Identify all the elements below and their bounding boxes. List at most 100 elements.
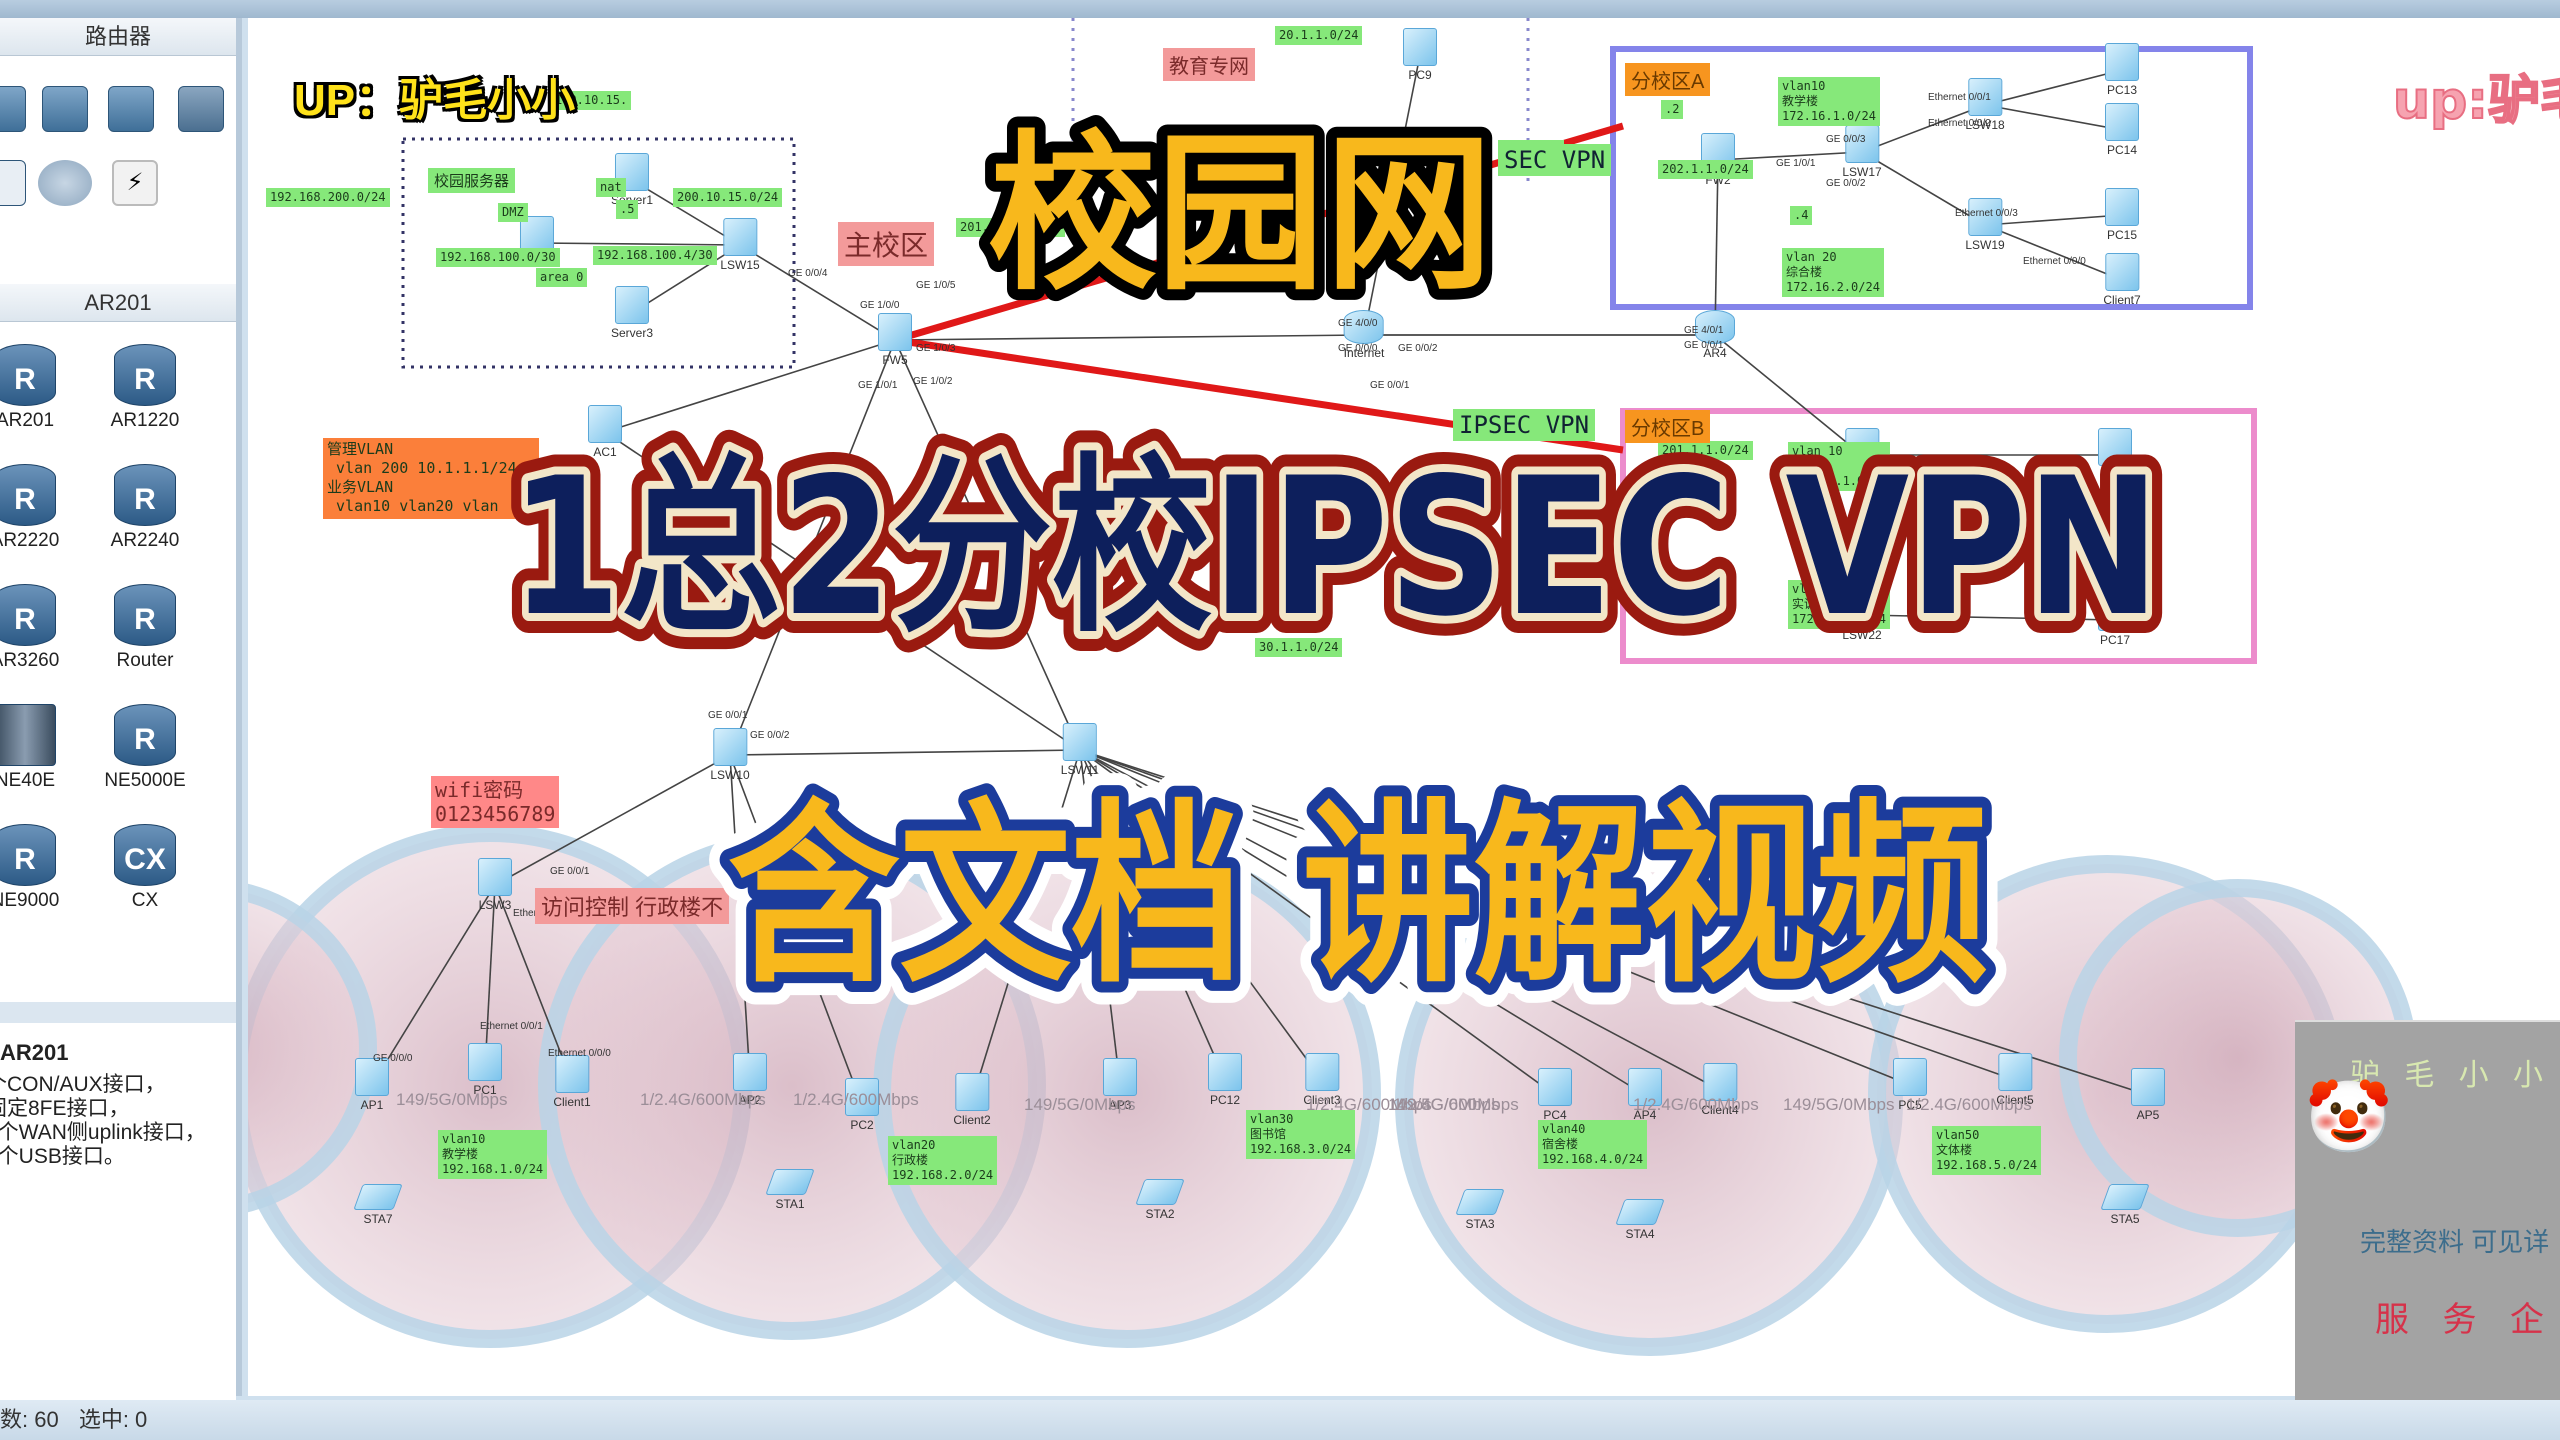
node-sta3[interactable]: STA3	[1455, 1189, 1505, 1231]
link-ar4-lsw21[interactable]	[1714, 334, 1863, 456]
node-label: PC13	[2106, 83, 2138, 97]
pc-type-icon[interactable]	[0, 160, 26, 206]
port-label: GE 0/0/3	[1826, 134, 1866, 145]
firewall-type-icon[interactable]	[178, 86, 224, 132]
laptop-icon	[1615, 1199, 1665, 1225]
port-label: GE 0/0/2	[1826, 178, 1866, 189]
device-type-toolbar: ⚡	[0, 56, 236, 284]
node-label: Server3	[610, 326, 654, 340]
node-pc16[interactable]: PC16	[2098, 428, 2132, 482]
access-control-note: 访问控制 行政楼不	[535, 888, 730, 924]
node-sta4[interactable]: STA4	[1615, 1199, 1665, 1241]
node-pc13[interactable]: PC13	[2105, 43, 2139, 97]
router-icon: R	[0, 344, 56, 406]
port-label: GE 0/0/0	[1338, 343, 1378, 354]
node-client7[interactable]: Client7	[2103, 253, 2141, 307]
link-fw5-ac1[interactable]	[604, 339, 896, 433]
node-ac1[interactable]: AC1	[588, 405, 622, 459]
device-ne5000e[interactable]: R NE5000E	[90, 704, 200, 792]
router-icon: CX	[114, 824, 176, 886]
router-type-icon[interactable]	[0, 86, 26, 132]
vlan-note-line: 业务VLAN	[327, 478, 394, 496]
promo-line-service: 服 务 企 鹅	[2375, 1301, 2560, 1339]
node-sta1[interactable]: STA1	[765, 1169, 815, 1211]
wifi-note-line: wifi密码	[435, 778, 524, 802]
device-ar2220[interactable]: R AR2220	[0, 464, 80, 552]
node-ap5[interactable]: AP5	[2131, 1068, 2165, 1122]
network-label: area 0	[536, 268, 588, 287]
pc-icon	[1403, 28, 1437, 66]
link-server2-lsw15[interactable]	[536, 242, 741, 246]
router-icon: R	[0, 584, 56, 646]
pc-icon	[2098, 593, 2132, 631]
node-label: PC17	[2099, 633, 2131, 647]
node-lsw19[interactable]: LSW19	[1965, 198, 2005, 252]
connection-type-icon[interactable]: ⚡	[112, 160, 158, 206]
wireless-rate-label: 1/2.4G/600Mbps	[1906, 1095, 2032, 1114]
section-header: AR201	[0, 284, 236, 322]
device-label: AR201	[0, 410, 55, 431]
node-client2[interactable]: Client2	[953, 1073, 991, 1127]
server-group-label: 校园服务器	[428, 168, 516, 193]
device-ar201[interactable]: R AR201	[0, 344, 80, 432]
link-lsw18-pc13[interactable]	[1984, 69, 2123, 106]
device-label: AR2220	[0, 530, 60, 551]
device-ar1220[interactable]: R AR1220	[90, 344, 200, 432]
wlan-type-icon[interactable]	[108, 86, 154, 132]
port-label: GE 4/0/1	[1684, 325, 1724, 336]
network-label: .5	[616, 200, 639, 219]
node-server3[interactable]: Server3	[611, 286, 653, 340]
router-icon: R	[114, 344, 176, 406]
pc-icon	[1103, 1058, 1137, 1096]
switch-type-icon[interactable]	[42, 86, 88, 132]
network-label: nat	[596, 178, 626, 197]
node-lsw15[interactable]: LSW15	[720, 218, 760, 272]
link-fw5-lsw10[interactable]	[729, 339, 896, 756]
window-title-bar	[0, 0, 2560, 18]
topology-canvas[interactable]: Server1Server2Server3LSW15FW5AC1Internet…	[248, 18, 2560, 1396]
node-ap1[interactable]: AP1	[355, 1058, 389, 1112]
node-pc4[interactable]: PC4	[1538, 1068, 1572, 1122]
node-pc17[interactable]: PC17	[2098, 593, 2132, 647]
port-label: GE 4/0/0	[1338, 318, 1378, 329]
device-ar2240[interactable]: R AR2240	[90, 464, 200, 552]
node-pc1[interactable]: PC1	[468, 1043, 502, 1097]
node-pc14[interactable]: PC14	[2105, 103, 2139, 157]
link-lsw18-pc14[interactable]	[1984, 104, 2123, 131]
vlan-note-line: vlan10 vlan20 vlan	[327, 497, 499, 515]
network-label: vlan40 宿舍楼 192.168.4.0/24	[1538, 1120, 1648, 1169]
link-lsw22-pc17[interactable]	[1861, 614, 2116, 621]
router-icon	[0, 704, 56, 766]
node-sta2[interactable]: STA2	[1135, 1179, 1185, 1221]
port-label: GE 1/0/3	[916, 343, 956, 354]
node-label: LSW22	[1842, 628, 1882, 642]
laptop-icon	[765, 1169, 815, 1195]
node-sta5[interactable]: STA5	[2100, 1184, 2150, 1226]
node-pc15[interactable]: PC15	[2105, 188, 2139, 242]
port-label: GE 1/0/1	[858, 380, 898, 391]
node-label: LSW17	[1842, 165, 1882, 179]
node-label: PC9	[1408, 68, 1432, 82]
port-label: GE 1/0/5	[916, 280, 956, 291]
laptop-icon	[1455, 1189, 1505, 1215]
link-fw5-internet[interactable]	[894, 334, 1365, 341]
node-sta7[interactable]: STA7	[353, 1184, 403, 1226]
device-router[interactable]: R Router	[90, 584, 200, 672]
link-lsw10-lsw11[interactable]	[729, 749, 1081, 756]
node-lsw11[interactable]: LSW11	[1061, 723, 1099, 777]
device-cx[interactable]: CX CX	[90, 824, 200, 912]
node-pc12[interactable]: PC12	[1208, 1053, 1242, 1107]
node-lsw3[interactable]: LSW3	[478, 858, 512, 912]
node-pc9[interactable]: PC9	[1403, 28, 1437, 82]
device-ne40e[interactable]: NE40E	[0, 704, 80, 792]
node-lsw10[interactable]: LSW10	[710, 728, 750, 782]
node-label: STA5	[2110, 1212, 2140, 1226]
cloud-type-icon[interactable]	[38, 160, 92, 206]
node-fw5[interactable]: FW5	[878, 313, 912, 367]
link-lsw19-client7[interactable]	[1984, 224, 2123, 281]
device-ar3260[interactable]: R AR3260	[0, 584, 80, 672]
device-ne9000[interactable]: R NE9000	[0, 824, 80, 912]
port-label: GE 0/0/1	[550, 866, 590, 877]
node-client1[interactable]: Client1	[553, 1055, 591, 1109]
status-bar: 数: 60 选中: 0	[0, 1400, 2560, 1440]
